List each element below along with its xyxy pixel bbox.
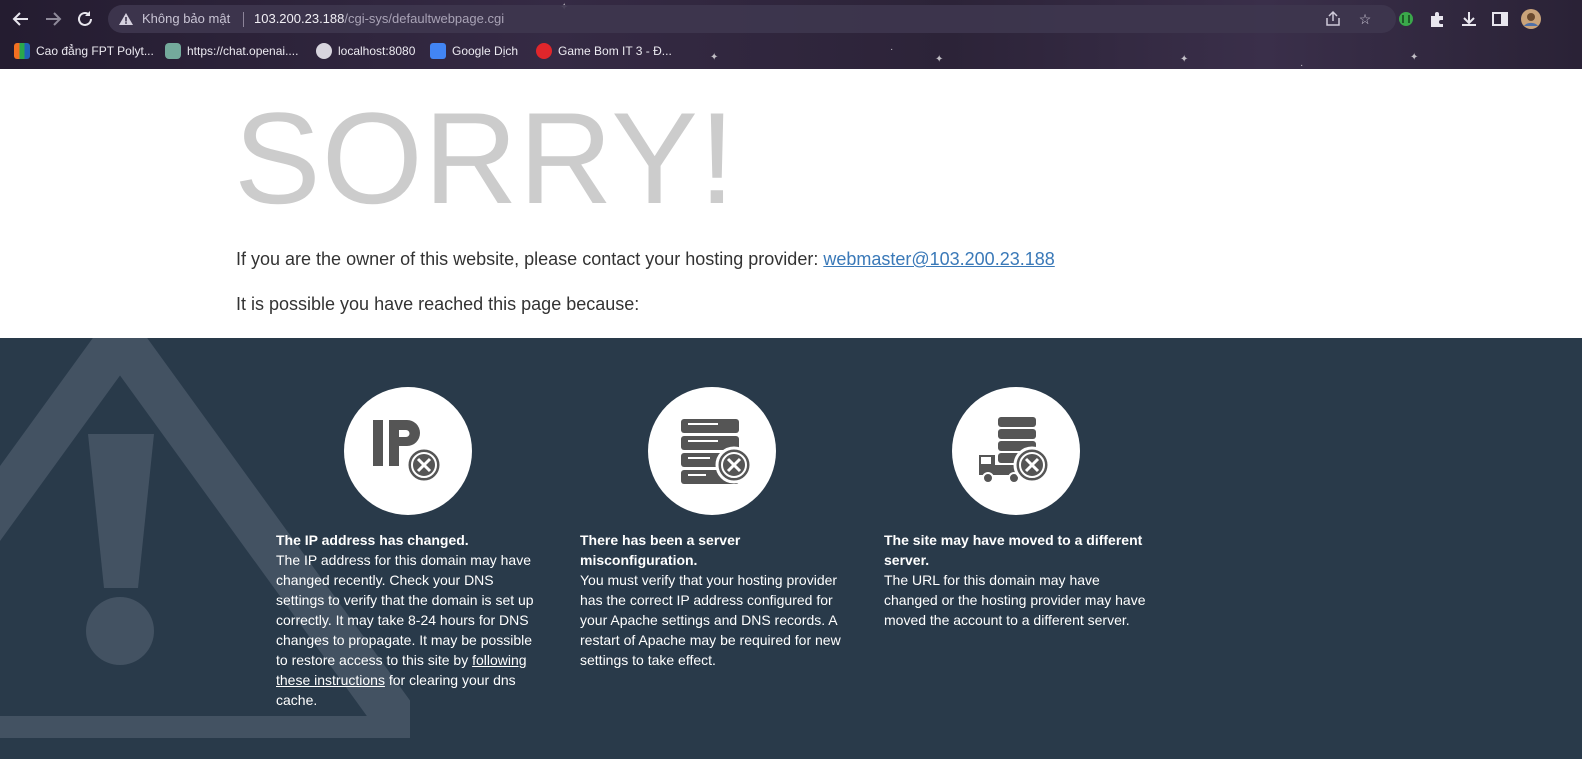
reason-ip-changed: The IP address has changed. The IP addre…: [276, 530, 538, 710]
side-panel-icon[interactable]: [1489, 8, 1511, 30]
reason-server-misconfig: There has been a server misconfiguration…: [580, 530, 842, 670]
bookmark-label: localhost:8080: [338, 44, 416, 58]
ip-error-icon: [373, 420, 443, 484]
bookmark-label: https://chat.openai....: [187, 44, 299, 58]
openai-logo-icon: [165, 43, 181, 59]
share-icon[interactable]: [1324, 10, 1342, 28]
reload-icon[interactable]: [74, 8, 96, 30]
bookmarks-bar: Cao đẳng FPT Polyt... https://chat.opena…: [0, 39, 1582, 63]
url-text[interactable]: 103.200.23.188/cgi-sys/defaultwebpage.cg…: [254, 11, 504, 26]
url-path: /cgi-sys/defaultwebpage.cgi: [344, 11, 505, 26]
reason-icon-circle: [344, 387, 472, 515]
fpt-logo-icon: [14, 43, 30, 59]
browser-chrome: ✦ ✦ ✦ ✦ ✦ · · Không bảo mật 103.200.23.1…: [0, 0, 1582, 69]
bookmark-label: Cao đẳng FPT Polyt...: [36, 44, 154, 58]
profile-avatar-icon[interactable]: [1520, 8, 1542, 30]
bookmark-star-icon[interactable]: ☆: [1356, 10, 1374, 28]
url-host: 103.200.23.188: [254, 11, 345, 26]
download-icon[interactable]: [1458, 8, 1480, 30]
webmaster-email-link[interactable]: webmaster@103.200.23.188: [823, 249, 1054, 269]
bookmark-item[interactable]: https://chat.openai....: [165, 41, 298, 61]
address-bar[interactable]: Không bảo mật 103.200.23.188/cgi-sys/def…: [108, 5, 1396, 33]
contact-text: If you are the owner of this website, pl…: [236, 249, 824, 269]
contact-line: If you are the owner of this website, pl…: [236, 249, 1055, 270]
page-title: SORRY!: [234, 85, 737, 231]
reason-title: There has been a server misconfiguration…: [580, 532, 741, 568]
globe-icon: [316, 43, 332, 59]
bookmark-label: Google Dịch: [452, 44, 519, 58]
back-arrow-icon[interactable]: [10, 8, 32, 30]
reason-title: The IP address has changed.: [276, 532, 469, 548]
reason-icon-circle: [648, 387, 776, 515]
security-label[interactable]: Không bảo mật: [142, 11, 230, 26]
reasons-intro: It is possible you have reached this pag…: [236, 294, 640, 314]
game-logo-icon: [536, 43, 552, 59]
reasons-section: The IP address has changed. The IP addre…: [0, 338, 1582, 759]
reason-body: The URL for this domain may have changed…: [884, 572, 1146, 628]
address-divider: [243, 12, 244, 27]
reason-icon-circle: [952, 387, 1080, 515]
reason-body: You must verify that your hosting provid…: [580, 572, 841, 668]
warning-icon[interactable]: [118, 11, 134, 27]
toolbar: Không bảo mật 103.200.23.188/cgi-sys/def…: [0, 0, 1582, 38]
extension-icon[interactable]: [1395, 8, 1417, 30]
puzzle-icon[interactable]: [1426, 8, 1448, 30]
reason-body: The IP address for this domain may have …: [276, 552, 534, 668]
reason-site-moved: The site may have moved to a different s…: [884, 530, 1146, 630]
google-translate-icon: [430, 43, 446, 59]
bookmark-item[interactable]: Cao đẳng FPT Polyt...: [14, 41, 154, 61]
server-moved-icon: [979, 417, 1051, 484]
bookmark-item[interactable]: Google Dịch: [430, 41, 518, 61]
forward-arrow-icon[interactable]: [42, 8, 64, 30]
server-error-icon: [681, 419, 753, 484]
reason-title: The site may have moved to a different s…: [884, 532, 1143, 568]
bookmark-label: Game Bom IT 3 - Đ...: [558, 44, 672, 58]
bookmark-item[interactable]: localhost:8080: [316, 41, 415, 61]
bookmark-item[interactable]: Game Bom IT 3 - Đ...: [536, 41, 672, 61]
